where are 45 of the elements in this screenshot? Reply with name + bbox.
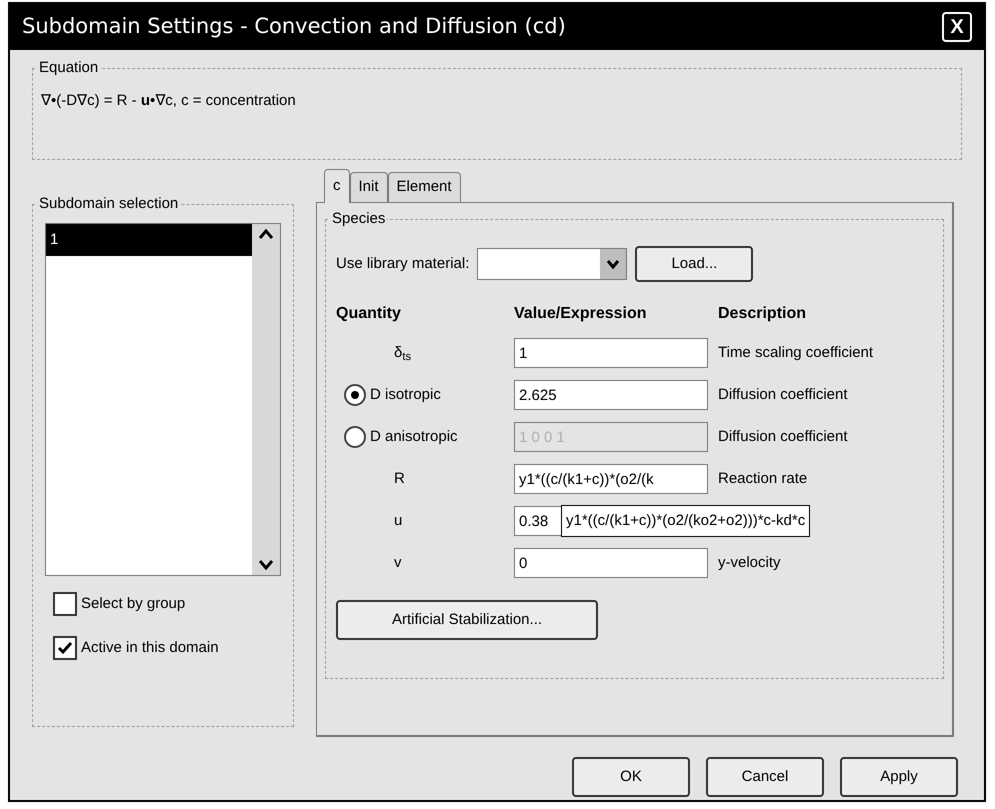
value-field[interactable]: 1 xyxy=(514,338,708,368)
tab[interactable]: Element xyxy=(388,172,461,202)
tab[interactable]: Init xyxy=(350,172,388,202)
quantity-label: v xyxy=(394,552,402,573)
value-field[interactable]: 0 xyxy=(514,548,708,578)
column-header: Value/Expression xyxy=(514,304,648,324)
dialog-button[interactable]: Apply xyxy=(840,757,958,797)
column-header: Description xyxy=(718,304,808,324)
close-button[interactable]: X xyxy=(942,12,972,42)
load-button[interactable]: Load... xyxy=(635,246,754,282)
group-label: Equation xyxy=(37,58,100,78)
list-item[interactable]: 1 xyxy=(46,224,252,256)
scroll-down-icon[interactable] xyxy=(258,559,274,571)
dialog-button[interactable]: Cancel xyxy=(706,757,824,797)
quantity-label: R xyxy=(394,468,405,489)
group-label: Species xyxy=(330,209,388,229)
chevron-down-icon xyxy=(606,259,620,269)
checkbox[interactable] xyxy=(53,592,77,616)
tooltip: y1*((c/(k1+c))*(o2/(ko2+o2)))*c-kd*c xyxy=(561,505,810,537)
library-dropdown[interactable] xyxy=(477,248,628,280)
quantity-label: u xyxy=(394,510,402,531)
description-text: Diffusion coefficient xyxy=(718,384,849,405)
equation-text: ∇•(-D∇c) = R - u•∇c, c = concentration xyxy=(41,92,296,109)
value-field[interactable]: y1*((c/(k1+c))*(o2/(k xyxy=(514,464,708,494)
checkmark-icon xyxy=(57,641,73,655)
column-header: Quantity xyxy=(336,304,402,324)
checkbox[interactable] xyxy=(53,636,77,660)
stabilization-button[interactable]: Artificial Stabilization... xyxy=(336,600,598,640)
checkbox-label: Select by group xyxy=(81,594,186,614)
description-text: Time scaling coefficient xyxy=(718,342,874,363)
scrollbar[interactable] xyxy=(252,224,280,575)
description-text: Diffusion coefficient xyxy=(718,426,849,447)
value-field[interactable]: 2.625 xyxy=(514,380,708,410)
scroll-up-icon[interactable] xyxy=(258,228,274,240)
checkbox-label: Active in this domain xyxy=(81,638,219,658)
description-text: y-velocity xyxy=(718,552,782,573)
quantity-label: D anisotropic xyxy=(370,426,458,447)
description-text: Reaction rate xyxy=(718,468,808,489)
window-title: Subdomain Settings - Convection and Diffusion (cd) xyxy=(22,13,566,40)
quantity-label: D isotropic xyxy=(370,384,441,405)
radio-button[interactable] xyxy=(344,384,366,406)
tab[interactable]: c xyxy=(324,169,350,203)
quantity-label: δ$_{ts}$ xyxy=(394,342,412,364)
library-label: Use library material: xyxy=(336,254,470,274)
dialog-button[interactable]: OK xyxy=(572,757,690,797)
